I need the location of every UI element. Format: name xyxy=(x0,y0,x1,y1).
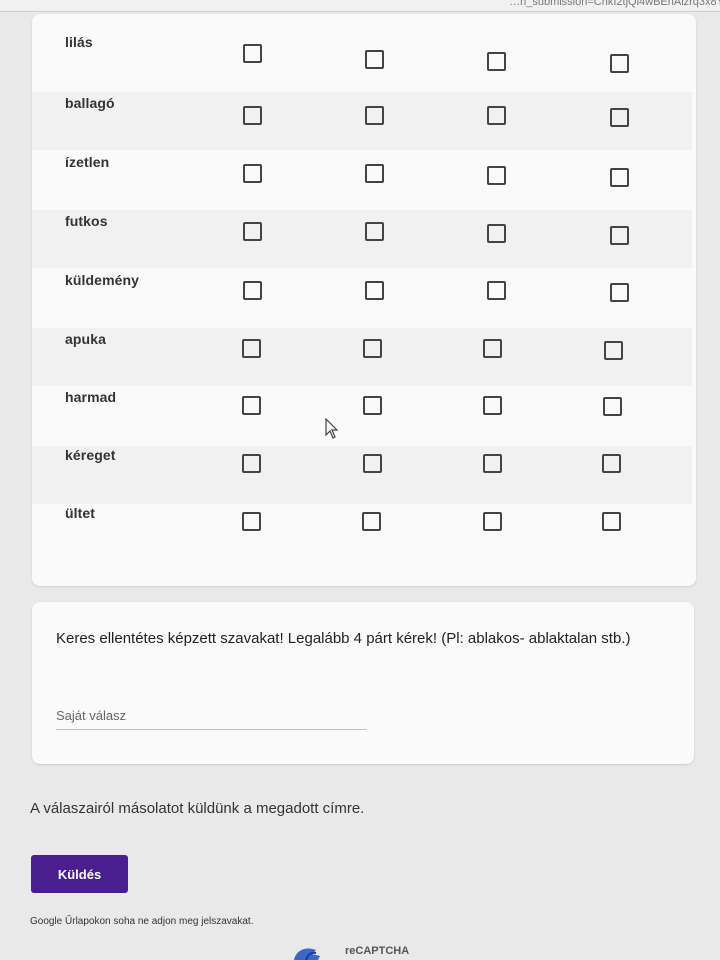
grid-row xyxy=(32,328,692,386)
copy-receipt-note: A válaszairól másolatot küldünk a megado… xyxy=(30,800,365,817)
checkbox-icon[interactable] xyxy=(487,224,506,243)
checkbox-icon[interactable] xyxy=(242,396,261,415)
grid-row xyxy=(32,210,692,268)
grid-row xyxy=(32,32,692,90)
browser-address-bar[interactable]: …n_submission=ChkI2tjQi4wBEhAlzrq3x8Y xyxy=(0,0,720,12)
text-question-card: Keres ellentétes képzett szavakat! Legal… xyxy=(32,602,694,764)
checkbox-icon[interactable] xyxy=(365,164,384,183)
checkbox-icon[interactable] xyxy=(365,281,384,300)
url-text: …n_submission=ChkI2tjQi4wBEhAlzrq3x8Y xyxy=(509,0,720,8)
checkbox-icon[interactable] xyxy=(487,106,506,125)
grid-row-label: lilás xyxy=(65,34,93,50)
checkbox-icon[interactable] xyxy=(362,512,381,531)
checkbox-icon[interactable] xyxy=(610,226,629,245)
checkbox-icon[interactable] xyxy=(602,454,621,473)
checkbox-icon[interactable] xyxy=(610,283,629,302)
checkbox-icon[interactable] xyxy=(483,454,502,473)
checkbox-icon[interactable] xyxy=(610,168,629,187)
grid-row-label: ültet xyxy=(65,505,96,521)
submit-button[interactable]: Küldés xyxy=(31,855,128,893)
grid-row-label: futkos xyxy=(65,213,108,229)
checkbox-icon[interactable] xyxy=(363,454,382,473)
grid-row xyxy=(32,151,692,209)
password-warning: Google Űrlapokon soha ne adjon meg jelsz… xyxy=(30,916,254,927)
checkbox-icon[interactable] xyxy=(365,106,384,125)
checkbox-icon[interactable] xyxy=(243,44,262,63)
grid-row-label: apuka xyxy=(65,331,106,347)
checkbox-icon[interactable] xyxy=(363,339,382,358)
checkbox-icon[interactable] xyxy=(365,50,384,69)
checkbox-icon[interactable] xyxy=(610,54,629,73)
grid-row-label: harmad xyxy=(65,389,117,405)
checkbox-icon[interactable] xyxy=(363,396,382,415)
recaptcha-logo-icon xyxy=(294,948,320,960)
checkbox-icon[interactable] xyxy=(487,281,506,300)
mouse-pointer-icon xyxy=(325,418,339,439)
question-title: Keres ellentétes képzett szavakat! Legal… xyxy=(56,630,631,647)
checkbox-icon[interactable] xyxy=(243,281,262,300)
checkbox-icon[interactable] xyxy=(243,106,262,125)
checkbox-grid-question: lilás ballagó ízetlen futkos küldemény apuka h… xyxy=(32,14,696,586)
checkbox-icon[interactable] xyxy=(487,52,506,71)
recaptcha-label: reCAPTCHA xyxy=(345,945,410,957)
checkbox-icon[interactable] xyxy=(483,512,502,531)
checkbox-icon[interactable] xyxy=(242,512,261,531)
checkbox-icon[interactable] xyxy=(243,164,262,183)
checkbox-icon[interactable] xyxy=(602,512,621,531)
answer-input[interactable] xyxy=(56,706,366,730)
checkbox-icon[interactable] xyxy=(242,339,261,358)
checkbox-icon[interactable] xyxy=(242,454,261,473)
checkbox-icon[interactable] xyxy=(603,397,622,416)
grid-row xyxy=(32,92,692,150)
checkbox-icon[interactable] xyxy=(610,108,629,127)
checkbox-icon[interactable] xyxy=(243,222,262,241)
checkbox-icon[interactable] xyxy=(365,222,384,241)
grid-row-label: ízetlen xyxy=(65,154,110,170)
grid-row-label: küldemény xyxy=(65,272,140,288)
checkbox-icon[interactable] xyxy=(483,396,502,415)
grid-row-label: kéreget xyxy=(65,447,116,463)
checkbox-icon[interactable] xyxy=(483,339,502,358)
grid-row-label: ballagó xyxy=(65,95,115,111)
grid-row xyxy=(32,446,692,504)
checkbox-icon[interactable] xyxy=(487,166,506,185)
grid-row xyxy=(32,387,692,445)
checkbox-icon[interactable] xyxy=(604,341,623,360)
